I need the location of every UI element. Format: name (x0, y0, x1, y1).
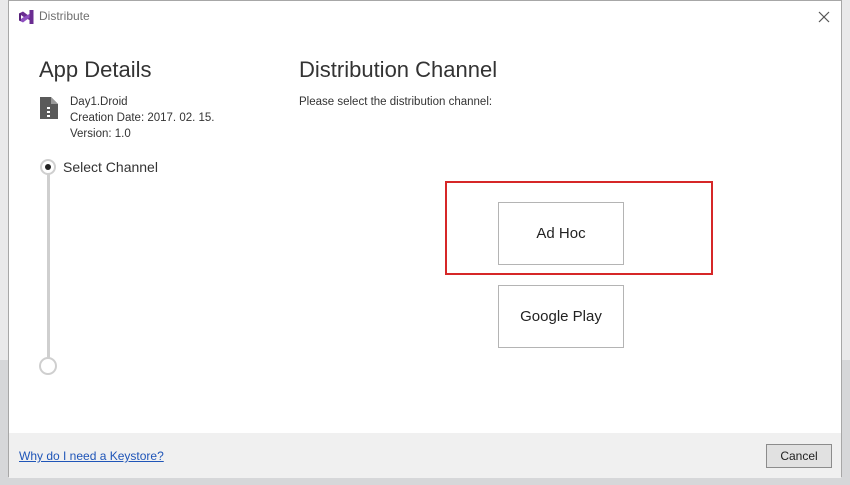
distribute-dialog: Distribute App Details Day1.Droid Creati… (8, 0, 842, 478)
ad-hoc-button[interactable]: Ad Hoc (498, 202, 624, 265)
app-details-title: App Details (39, 57, 152, 82)
titlebar: Distribute (9, 1, 841, 33)
app-name: Day1.Droid (70, 96, 128, 108)
step-label-select-channel: Select Channel (63, 159, 158, 175)
window-title: Distribute (39, 9, 90, 23)
step-progress-line (47, 171, 50, 358)
keystore-help-link[interactable]: Why do I need a Keystore? (19, 449, 164, 463)
step-indicator-pending (39, 357, 57, 375)
cancel-button[interactable]: Cancel (766, 444, 832, 468)
google-play-button[interactable]: Google Play (498, 285, 624, 348)
distribution-channel-title: Distribution Channel (299, 57, 498, 82)
dialog-footer: Why do I need a Keystore? Cancel (9, 433, 841, 478)
close-icon[interactable] (813, 6, 835, 28)
app-creation-date: Creation Date: 2017. 02. 15. (70, 112, 215, 124)
document-icon (40, 97, 58, 119)
app-version: Version: 1.0 (70, 128, 131, 140)
step-active-dot (45, 164, 51, 170)
visual-studio-icon (19, 10, 34, 24)
channel-instruction: Please select the distribution channel: (299, 96, 493, 108)
step-indicator-active (40, 159, 56, 175)
